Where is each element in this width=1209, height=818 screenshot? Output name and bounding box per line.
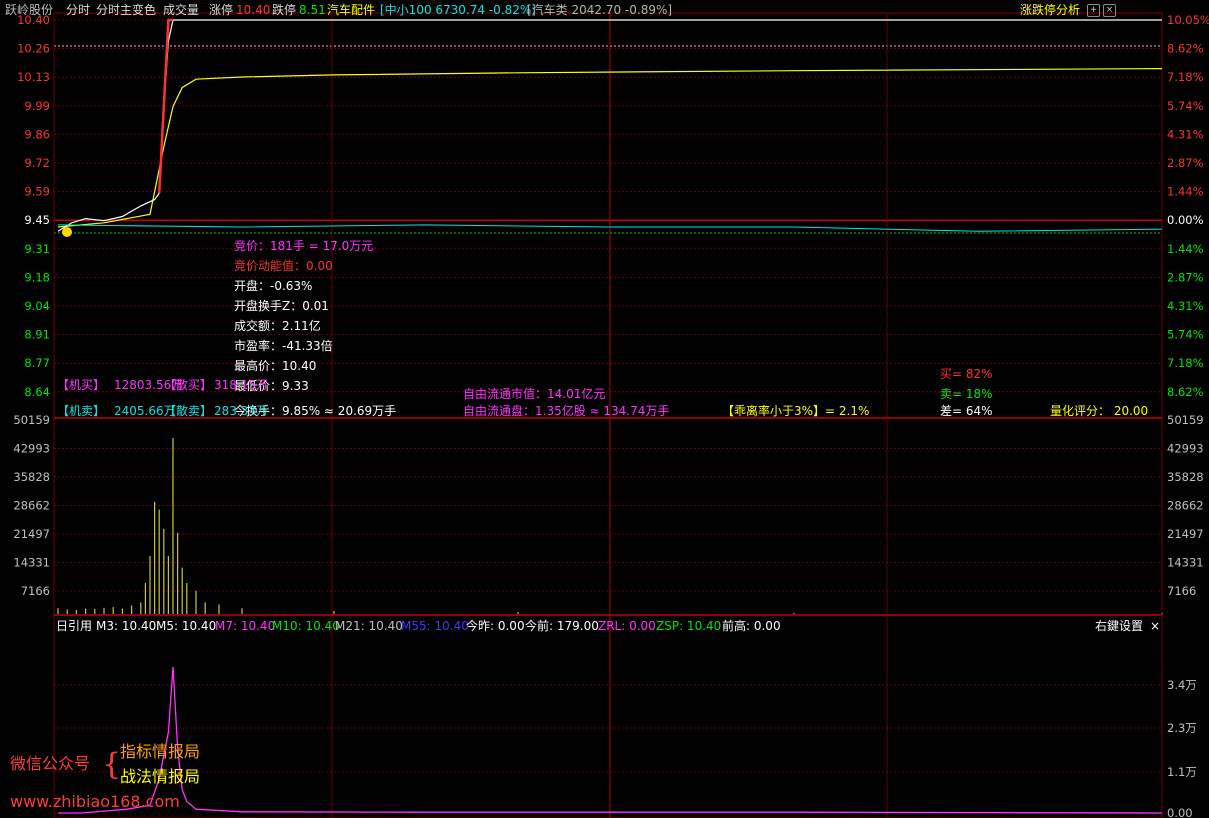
bid-energy: 竞价动能值：0.00 bbox=[234, 259, 333, 273]
stock-name: 跃岭股份 bbox=[5, 3, 54, 17]
indicator-m10: M10: 10.40 bbox=[272, 619, 340, 633]
indicator-m7: M7: 10.40 bbox=[215, 619, 276, 633]
indicator-zrl: ZRL: 0.00 bbox=[598, 619, 656, 633]
volume-axis-label: 21497 bbox=[13, 527, 50, 541]
percent-axis-label: 4.31% bbox=[1167, 127, 1204, 141]
percent-axis-label: 4.31% bbox=[1167, 299, 1204, 313]
brace-icon: { bbox=[102, 747, 122, 782]
limit-down-value: 8.51 bbox=[299, 3, 326, 17]
price-axis-label: 9.18 bbox=[24, 270, 50, 284]
buy-percent: 买= 82% bbox=[940, 367, 993, 381]
indicator-zuo: 今昨: 0.00 bbox=[466, 619, 525, 633]
deviation-rate: 【乖离率小于3%】= 2.1% bbox=[722, 404, 870, 418]
price-axis-label: 10.26 bbox=[17, 42, 50, 56]
limit-up-value: 10.40 bbox=[236, 3, 271, 17]
smile-marker-icon bbox=[62, 227, 72, 237]
price-axis-label: 9.86 bbox=[24, 127, 50, 141]
volume-axis-label: 21497 bbox=[1167, 527, 1204, 541]
index-auto: [汽车类 2042.70 -0.89%] bbox=[527, 3, 673, 17]
watermark-wechat: 微信公众号 bbox=[10, 754, 91, 773]
price-axis-label: 9.59 bbox=[24, 185, 50, 199]
inst-buy-tag: 【机买】 bbox=[57, 378, 106, 392]
indicator-axis-label: 0.00 bbox=[1167, 806, 1193, 818]
limit-down-label: 跌停 bbox=[272, 3, 297, 17]
volume-axis-label: 7166 bbox=[1167, 584, 1196, 598]
percent-axis-label: 8.62% bbox=[1167, 385, 1204, 399]
percent-axis-label: 2.87% bbox=[1167, 156, 1204, 170]
retail-buy-value: 318.15万 bbox=[214, 378, 268, 392]
percent-axis-label: 5.74% bbox=[1167, 328, 1204, 342]
tab-intraday-colored[interactable]: 分时主变色 bbox=[96, 3, 156, 17]
price-axis-label: 9.72 bbox=[24, 156, 50, 170]
price-axis-label: 9.31 bbox=[24, 242, 50, 256]
amount: 成交额：2.11亿 bbox=[234, 319, 321, 333]
volume-axis-label: 14331 bbox=[13, 556, 50, 570]
watermark-url: www.zhibiao168.com bbox=[10, 792, 180, 811]
indicator-axis-label: 1.1万 bbox=[1167, 765, 1197, 779]
index-small-cap: [中小100 6730.74 -0.82%] bbox=[380, 3, 536, 17]
right-click-settings[interactable]: 右鍵设置 bbox=[1095, 619, 1143, 633]
open-turnover: 开盘换手Z：0.01 bbox=[234, 299, 329, 313]
volume-axis-label: 50159 bbox=[1167, 413, 1204, 427]
retail-buy-tag: 【散买】 bbox=[164, 378, 213, 392]
bid-info: 竞价：181手 = 17.0万元 bbox=[234, 239, 374, 253]
limit-analysis-button[interactable]: 涨跌停分析 bbox=[1020, 3, 1080, 17]
limit-up-label: 涨停 bbox=[209, 3, 234, 17]
diff-percent: 差= 64% bbox=[940, 404, 993, 418]
volume-label: 成交量 bbox=[163, 3, 200, 17]
indicator-axis-label: 2.3万 bbox=[1167, 721, 1197, 735]
pe-ratio: 市盈率：-41.33倍 bbox=[234, 339, 333, 353]
price-axis-label: 9.99 bbox=[24, 99, 50, 113]
volume-axis-label: 50159 bbox=[13, 413, 50, 427]
close-indicator-icon[interactable]: × bbox=[1150, 619, 1160, 633]
percent-axis-label: 1.44% bbox=[1167, 185, 1204, 199]
price-axis-label: 9.45 bbox=[24, 213, 50, 227]
retail-sell-tag: 【散卖】 bbox=[164, 404, 213, 418]
indicator-m55: M55: 10.40 bbox=[401, 619, 469, 633]
volume-axis-label: 28662 bbox=[1167, 499, 1204, 513]
percent-axis-label: 5.74% bbox=[1167, 99, 1204, 113]
open-change: 开盘：-0.63% bbox=[234, 279, 313, 293]
percent-axis-label: 10.05% bbox=[1167, 13, 1209, 27]
volume-axis-label: 42993 bbox=[1167, 442, 1204, 456]
price-axis-label: 8.64 bbox=[24, 385, 50, 399]
sector-name: 汽车配件 bbox=[327, 3, 376, 17]
watermark-line-2: 战法情报局 bbox=[120, 767, 201, 786]
volume-axis-label: 28662 bbox=[13, 499, 50, 513]
percent-axis-label: 8.62% bbox=[1167, 42, 1204, 56]
retail-sell-value: 283.33万 bbox=[214, 404, 268, 418]
volume-axis-label: 7166 bbox=[21, 584, 50, 598]
volume-axis-label: 35828 bbox=[1167, 470, 1204, 484]
indicator-m21: M21: 10.40 bbox=[335, 619, 403, 633]
plus-square-icon[interactable]: + bbox=[1087, 4, 1100, 17]
float-shares: 自由流通盘：1.35亿股 ≈ 134.74万手 bbox=[463, 404, 670, 418]
indicator-jin: 今前: 179.00 bbox=[525, 619, 599, 633]
price-axis-label: 10.13 bbox=[17, 70, 50, 84]
indicator-m3: M3: 10.40 bbox=[96, 619, 157, 633]
watermark-line-1: 指标情报局 bbox=[120, 742, 201, 761]
volume-axis-label: 42993 bbox=[13, 442, 50, 456]
percent-axis-label: 2.87% bbox=[1167, 270, 1204, 284]
indicator-axis-label: 3.4万 bbox=[1167, 678, 1197, 692]
percent-axis-label: 0.00% bbox=[1167, 213, 1204, 227]
indicator-name: 日引用 bbox=[56, 619, 93, 633]
indicator-qian: 前高: 0.00 bbox=[722, 619, 781, 633]
close-square-icon[interactable]: × bbox=[1103, 4, 1116, 17]
percent-axis-label: 7.18% bbox=[1167, 70, 1204, 84]
volume-axis-label: 14331 bbox=[1167, 556, 1204, 570]
quant-score: 量化评分： 20.00 bbox=[1050, 404, 1149, 418]
indicator-m5: M5: 10.40 bbox=[156, 619, 217, 633]
price-axis-label: 8.91 bbox=[24, 328, 50, 342]
price-axis-label: 9.04 bbox=[24, 299, 50, 313]
indicator-zsp: ZSP: 10.40 bbox=[656, 619, 722, 633]
volume-axis-label: 35828 bbox=[13, 470, 50, 484]
sell-percent: 卖= 18% bbox=[940, 387, 993, 401]
price-axis-label: 8.77 bbox=[24, 356, 50, 370]
tab-intraday[interactable]: 分时 bbox=[66, 3, 90, 17]
percent-axis-label: 7.18% bbox=[1167, 356, 1204, 370]
high-price: 最高价：10.40 bbox=[234, 359, 317, 373]
inst-sell-tag: 【机卖】 bbox=[57, 404, 106, 418]
percent-axis-label: 1.44% bbox=[1167, 242, 1204, 256]
float-market-value: 自由流通市值：14.01亿元 bbox=[463, 387, 606, 401]
